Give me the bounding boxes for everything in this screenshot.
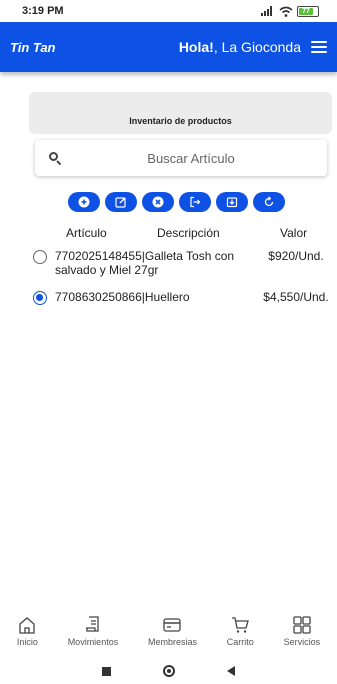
download-button[interactable] (216, 192, 248, 212)
edit-icon (115, 197, 126, 208)
delete-circle-icon (152, 196, 164, 208)
nav-label: Servicios (283, 637, 321, 647)
page-title-card: Inventario de productos (29, 92, 332, 134)
brand-logo: Tin Tan (10, 39, 56, 55)
status-bar: 3:19 PM 77 (0, 0, 337, 22)
greeting-text: Hola!, La Gioconda (178, 39, 301, 55)
search-input[interactable] (69, 150, 313, 166)
nav-item-inicio[interactable]: Inicio (17, 616, 38, 647)
user-name: La Gioconda (221, 39, 301, 55)
battery-icon: 77 (297, 5, 319, 17)
edit-button[interactable] (105, 192, 137, 212)
system-navigation-bar (0, 658, 337, 684)
refresh-button[interactable] (253, 192, 285, 212)
row-radio-button[interactable] (33, 250, 47, 264)
export-icon (190, 196, 201, 208)
column-header-descripcion: Descripción (157, 226, 220, 240)
cart-icon (232, 617, 250, 633)
nav-item-servicios[interactable]: Servicios (283, 616, 321, 647)
greeting-hello: Hola! (178, 39, 214, 55)
battery-level: 77 (299, 7, 313, 15)
add-circle-icon (78, 196, 90, 208)
greeting: Hola!, La Gioconda (179, 39, 327, 55)
table-header: Artículo Descripción Valor (0, 226, 337, 242)
row-article-description: 7708630250866|Huellero (55, 290, 190, 304)
page-title: Inventario de productos (129, 116, 232, 126)
signal-icon (261, 6, 272, 16)
refresh-icon (264, 196, 274, 207)
nav-item-membresias[interactable]: Membresias (148, 616, 197, 647)
bottom-navigation: Inicio Movimientos Membresias Carrito Se… (0, 612, 337, 654)
grid-icon (293, 616, 311, 634)
action-toolbar (68, 192, 285, 212)
add-button[interactable] (68, 192, 100, 212)
search-icon (49, 152, 62, 166)
nav-label: Movimientos (67, 637, 119, 647)
wifi-icon (279, 6, 293, 17)
back-icon[interactable] (227, 666, 235, 676)
recents-icon[interactable] (102, 666, 111, 676)
status-time: 3:19 PM (22, 5, 64, 17)
nav-item-movimientos[interactable]: Movimientos (67, 616, 119, 647)
export-button[interactable] (179, 192, 211, 212)
app-header: Tin Tan Hola!, La Gioconda (0, 22, 337, 72)
home-icon (19, 617, 36, 634)
column-header-valor: Valor (280, 226, 308, 240)
nav-item-carrito[interactable]: Carrito (227, 616, 254, 647)
delete-button[interactable] (142, 192, 174, 212)
column-header-articulo: Artículo (66, 226, 107, 240)
row-article-description: 7702025148455|Galleta Tosh con salvado y… (55, 249, 235, 277)
row-price: $920/Und. (268, 249, 324, 263)
nav-label: Inicio (16, 637, 38, 647)
home-button-icon[interactable] (163, 665, 175, 677)
search-bar[interactable] (35, 140, 327, 176)
nav-label: Carrito (226, 637, 254, 647)
hamburger-menu-icon[interactable] (311, 41, 327, 53)
row-price: $4,550/Und. (263, 290, 329, 304)
download-icon (226, 197, 238, 208)
status-icons: 77 (261, 5, 319, 17)
receipt-icon (85, 616, 99, 632)
row-radio-button[interactable] (33, 291, 47, 305)
nav-label: Membresias (147, 637, 197, 647)
card-icon (163, 618, 182, 632)
